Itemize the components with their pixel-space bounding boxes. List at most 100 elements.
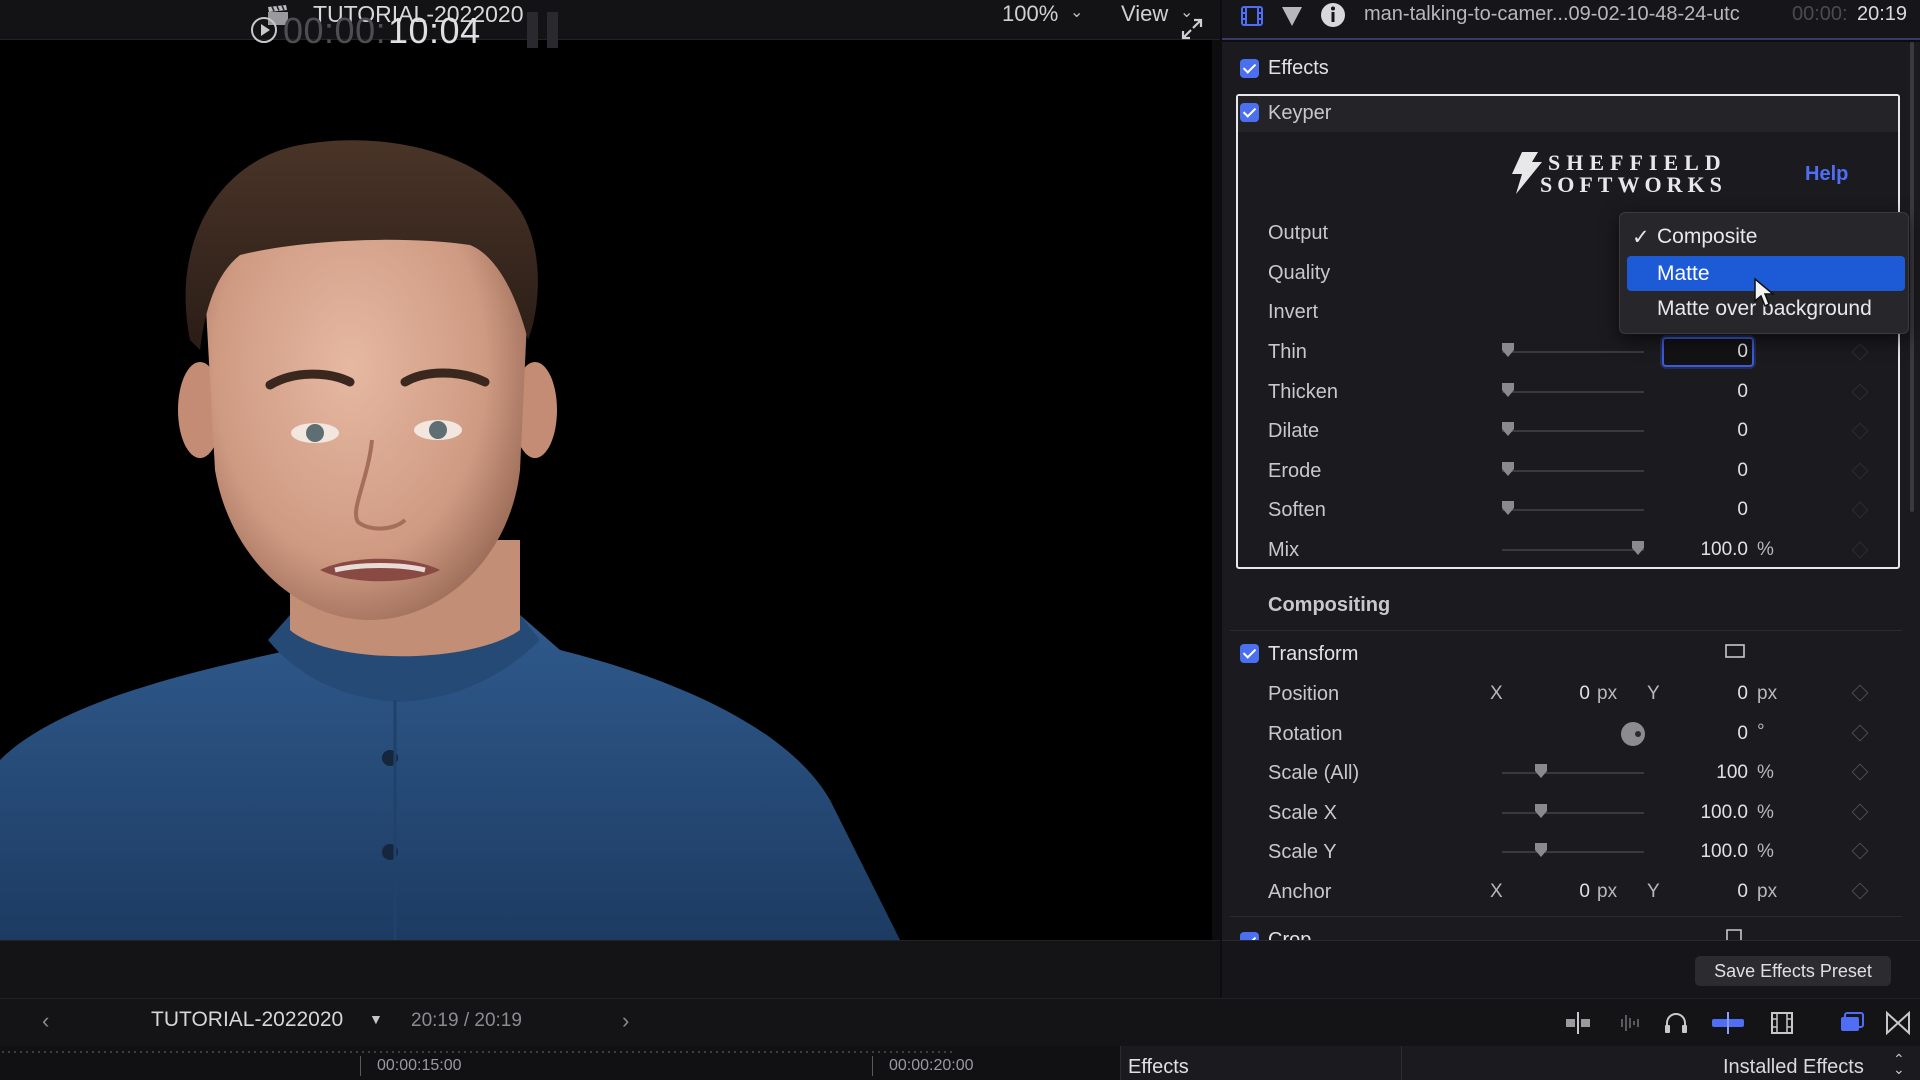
- thin-label: Thin: [1268, 341, 1307, 363]
- erode-value[interactable]: 0: [1690, 460, 1748, 482]
- menu-item-composite[interactable]: Composite: [1657, 225, 1757, 249]
- section-divider: [1230, 916, 1902, 917]
- fullscreen-icon[interactable]: [1180, 17, 1204, 41]
- headphones-icon[interactable]: [1662, 1010, 1690, 1036]
- scale-y-slider-knob[interactable]: [1535, 843, 1547, 857]
- scale-all-slider[interactable]: [1502, 772, 1644, 774]
- chevron-down-icon[interactable]: ⌄: [1070, 2, 1083, 22]
- scale-y-value[interactable]: 100.0: [1660, 841, 1748, 863]
- dilate-slider[interactable]: [1502, 430, 1644, 432]
- anchor-x-unit: px: [1597, 881, 1618, 902]
- installed-effects-label[interactable]: Installed Effects: [1723, 1056, 1864, 1079]
- transitions-browser-icon[interactable]: [1884, 1010, 1912, 1036]
- position-x-value[interactable]: 0: [1530, 683, 1590, 705]
- chevron-down-icon[interactable]: ▼: [369, 1011, 383, 1027]
- scale-x-value[interactable]: 100.0: [1660, 802, 1748, 824]
- position-y-value[interactable]: 0: [1690, 683, 1748, 705]
- thicken-value[interactable]: 0: [1690, 381, 1748, 403]
- clip-timecode-leading: 00:00:: [1792, 3, 1848, 25]
- mix-slider-knob[interactable]: [1632, 541, 1644, 555]
- scale-all-unit: %: [1757, 762, 1774, 783]
- scale-x-slider[interactable]: [1502, 812, 1644, 814]
- forward-arrow-icon[interactable]: ›: [622, 1008, 629, 1034]
- soften-slider[interactable]: [1502, 509, 1644, 511]
- scale-all-slider-knob[interactable]: [1535, 764, 1547, 778]
- color-inspector-icon[interactable]: [1280, 4, 1304, 28]
- position-y-unit: px: [1757, 683, 1778, 704]
- mix-slider[interactable]: [1502, 549, 1644, 551]
- filmstrip-icon[interactable]: [1768, 1010, 1796, 1036]
- updown-chevron-icon[interactable]: ⌃ ⌄: [1893, 1052, 1905, 1076]
- position-x-label: X: [1490, 683, 1503, 704]
- rotation-value[interactable]: 0: [1690, 723, 1748, 745]
- timeline-project-menu[interactable]: TUTORIAL-2022020: [151, 1008, 343, 1032]
- audio-skimming-icon[interactable]: [1614, 1010, 1642, 1036]
- video-viewer[interactable]: [0, 40, 1212, 940]
- thicken-label: Thicken: [1268, 381, 1339, 403]
- menu-item-matte[interactable]: Matte: [1657, 262, 1710, 286]
- logo-line2: SOFTWORKS: [1540, 172, 1727, 197]
- crop-onscreen-control-icon[interactable]: [1724, 928, 1744, 940]
- timeline-duration: 20:19 / 20:19: [411, 1010, 522, 1031]
- dilate-slider-knob[interactable]: [1502, 422, 1514, 436]
- section-divider: [1230, 630, 1902, 631]
- ruler-tick: [872, 1056, 873, 1076]
- video-inspector-icon[interactable]: [1240, 4, 1264, 28]
- view-menu[interactable]: View: [1121, 1, 1168, 27]
- play-icon[interactable]: [250, 16, 278, 44]
- scale-all-value[interactable]: 100: [1690, 762, 1748, 784]
- soften-label: Soften: [1268, 499, 1326, 521]
- thicken-slider[interactable]: [1502, 391, 1644, 393]
- output-label: Output: [1268, 222, 1329, 244]
- erode-slider-knob[interactable]: [1502, 462, 1514, 476]
- thicken-slider-knob[interactable]: [1502, 383, 1514, 397]
- transform-label: Transform: [1268, 643, 1359, 665]
- scale-x-slider-knob[interactable]: [1535, 804, 1547, 818]
- mix-value[interactable]: 100.0: [1660, 539, 1748, 561]
- scale-y-slider[interactable]: [1502, 851, 1644, 853]
- thin-slider[interactable]: [1502, 351, 1644, 353]
- ruler-tick: [360, 1056, 361, 1076]
- help-link[interactable]: Help: [1805, 163, 1848, 186]
- effects-checkbox[interactable]: [1240, 59, 1259, 78]
- info-icon[interactable]: [1320, 2, 1346, 28]
- save-effects-preset-button[interactable]: Save Effects Preset: [1695, 956, 1891, 986]
- effects-section-label: Effects: [1268, 57, 1329, 79]
- anchor-y-label: Y: [1647, 881, 1660, 902]
- keyper-label: Keyper: [1268, 102, 1332, 124]
- back-arrow-icon[interactable]: ‹: [42, 1008, 49, 1034]
- dilate-label: Dilate: [1268, 420, 1320, 442]
- mouse-cursor-icon: [1754, 277, 1775, 308]
- timecode-display[interactable]: 10:04: [388, 10, 481, 52]
- compositing-section-label[interactable]: Compositing: [1268, 594, 1390, 617]
- soften-value[interactable]: 0: [1690, 499, 1748, 521]
- scale-y-unit: %: [1757, 841, 1774, 862]
- rotation-dial-icon[interactable]: [1620, 721, 1646, 747]
- inspector-scrollbar[interactable]: [1910, 42, 1914, 512]
- pause-icon: [527, 12, 559, 48]
- clip-name: man-talking-to-camer...09-02-10-48-24-ut…: [1364, 3, 1740, 25]
- transform-checkbox[interactable]: [1240, 644, 1259, 663]
- anchor-y-value[interactable]: 0: [1690, 881, 1748, 903]
- anchor-y-unit: px: [1757, 881, 1778, 902]
- thin-value[interactable]: 0: [1690, 341, 1748, 363]
- dilate-value[interactable]: 0: [1690, 420, 1748, 442]
- ruler-label: 00:00:15:00: [377, 1057, 462, 1074]
- scale-x-label: Scale X: [1268, 802, 1337, 824]
- show-inspector-icon[interactable]: [1838, 1010, 1866, 1036]
- position-y-label: Y: [1647, 683, 1660, 704]
- zoom-level-menu[interactable]: 100%: [1002, 1, 1058, 27]
- anchor-x-value[interactable]: 0: [1530, 881, 1590, 903]
- clip-duration: 20:19: [1857, 3, 1908, 25]
- video-frame-man-talking: [0, 40, 1212, 940]
- mix-label: Mix: [1268, 539, 1300, 561]
- clip-appearance-icon[interactable]: [1564, 1010, 1592, 1036]
- keyper-checkbox[interactable]: [1240, 103, 1259, 122]
- transform-onscreen-control-icon[interactable]: [1724, 642, 1746, 660]
- snapping-icon[interactable]: [1710, 1010, 1746, 1036]
- thin-slider-knob[interactable]: [1502, 343, 1514, 357]
- soften-slider-knob[interactable]: [1502, 501, 1514, 515]
- effects-browser-label: Effects: [1128, 1056, 1189, 1078]
- keyper-header[interactable]: [1238, 96, 1898, 132]
- erode-slider[interactable]: [1502, 470, 1644, 472]
